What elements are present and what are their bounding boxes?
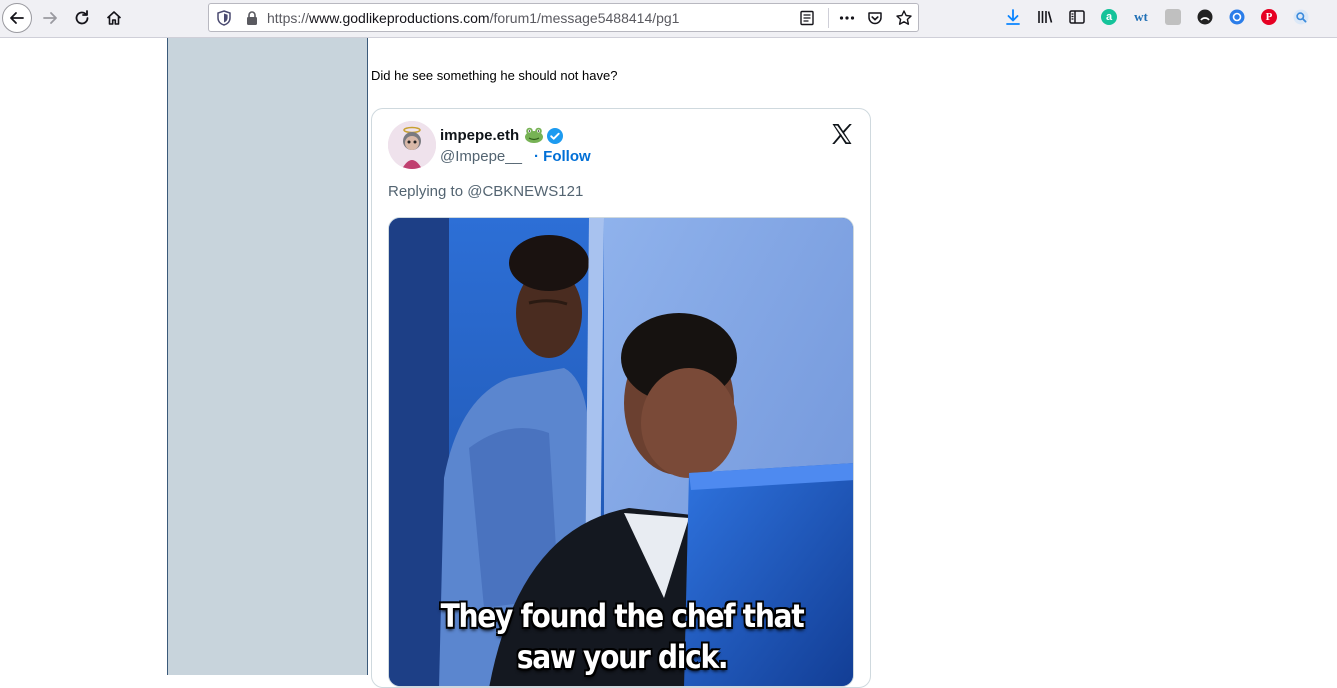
- back-arrow-icon: [2, 3, 32, 33]
- post-body-text: Did he see something he should not have?: [371, 68, 618, 83]
- url-host: www.godlikeproductions.com: [309, 10, 490, 26]
- more-actions-icon[interactable]: [838, 9, 856, 27]
- reload-button[interactable]: [67, 3, 97, 33]
- sidebar-icon[interactable]: [1068, 8, 1086, 26]
- pocket-icon[interactable]: [866, 9, 884, 27]
- grammarly-glyph: a: [1101, 9, 1117, 25]
- back-button[interactable]: [2, 3, 32, 33]
- download-icon[interactable]: [1004, 8, 1022, 26]
- avatar[interactable]: [388, 121, 436, 169]
- replying-to-line[interactable]: Replying to @CBKNEWS121: [388, 183, 583, 200]
- pinterest-glyph: P: [1261, 9, 1277, 25]
- wt-glyph: wt: [1134, 9, 1148, 24]
- url-bar[interactable]: https://www.godlikeproductions.com/forum…: [208, 3, 919, 32]
- reader-view-icon[interactable]: [798, 9, 816, 27]
- embedded-tweet[interactable]: impepe.eth @Impepe__ · Follow Replying t…: [371, 108, 871, 688]
- vpn-extension-icon[interactable]: [1228, 8, 1246, 26]
- tweet-handle[interactable]: @Impepe__: [440, 148, 522, 165]
- url-text[interactable]: https://www.godlikeproductions.com/forum…: [267, 10, 679, 26]
- dark-reader-icon[interactable]: [1196, 8, 1214, 26]
- library-icon[interactable]: [1036, 8, 1054, 26]
- url-scheme: https://: [267, 10, 310, 26]
- search-extension-icon[interactable]: [1292, 8, 1310, 26]
- x-logo-icon[interactable]: [830, 122, 854, 146]
- tweet-meme-image[interactable]: They found the chef that saw your dick.: [388, 217, 854, 687]
- tracking-shield-icon[interactable]: [215, 9, 233, 27]
- puzzle-extension-icon[interactable]: [1164, 8, 1182, 26]
- url-bar-divider: [828, 8, 829, 28]
- wt-icon[interactable]: wt: [1132, 8, 1150, 26]
- home-icon: [105, 9, 123, 27]
- browser-toolbar: https://www.godlikeproductions.com/forum…: [0, 0, 1337, 38]
- forward-button[interactable]: [35, 3, 65, 33]
- forward-arrow-icon: [41, 9, 59, 27]
- forum-user-sidebar: [167, 38, 368, 675]
- frog-emoji-icon: [524, 126, 544, 144]
- puzzle-extension-shape: [1165, 9, 1181, 25]
- lock-icon[interactable]: [243, 9, 261, 27]
- pinterest-icon[interactable]: P: [1260, 8, 1278, 26]
- follow-button[interactable]: · Follow: [534, 148, 591, 165]
- verified-badge-icon: [546, 127, 564, 145]
- reload-icon: [73, 9, 91, 27]
- url-path: /forum1/message5488414/pg1: [489, 10, 680, 26]
- meme-caption: They found the chef that saw your dick.: [440, 597, 805, 676]
- bookmark-star-icon[interactable]: [895, 9, 913, 27]
- home-button[interactable]: [99, 3, 129, 33]
- tweet-display-name[interactable]: impepe.eth: [440, 127, 519, 144]
- grammarly-icon[interactable]: a: [1100, 8, 1118, 26]
